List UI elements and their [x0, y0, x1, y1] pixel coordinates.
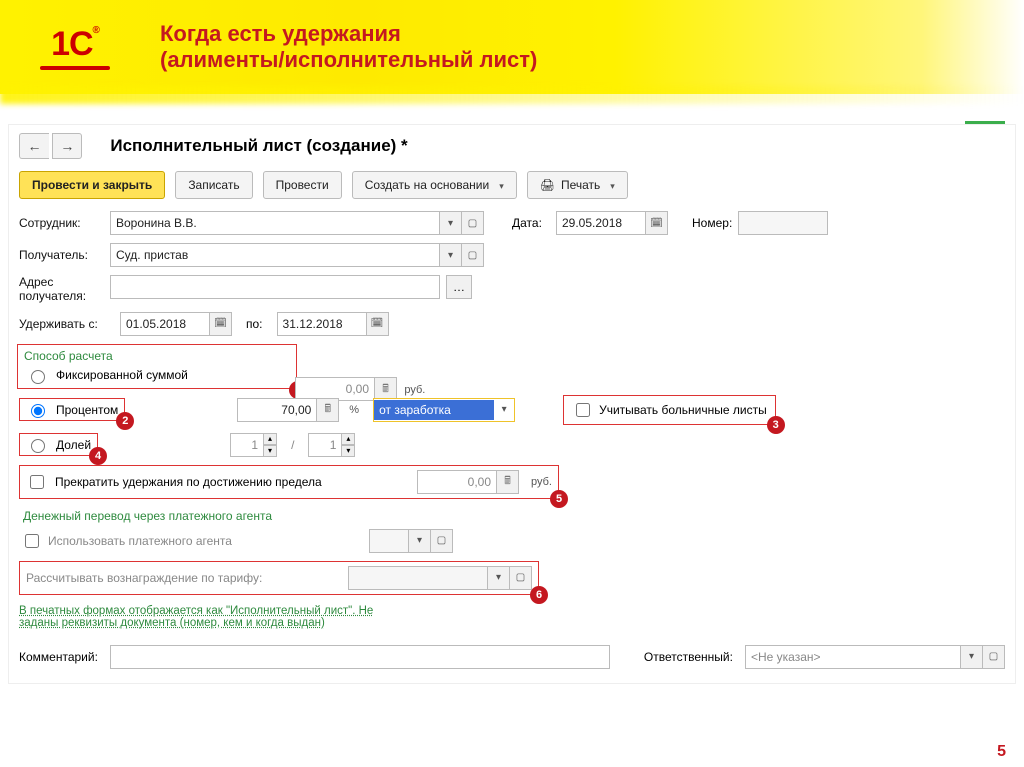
number-label: Номер: [692, 216, 732, 230]
calc-share-label: Долей [56, 438, 91, 452]
date-field[interactable] [556, 211, 646, 235]
nav-arrows: ← → [19, 133, 82, 159]
annotation-badge-2: 2 [116, 412, 134, 430]
number-field[interactable] [738, 211, 828, 235]
slide-banner: 1С® Когда есть удержания (алименты/испол… [0, 0, 1024, 94]
agent-select-drop: ▾ [409, 529, 431, 553]
agent-select [369, 529, 409, 553]
responsible-open[interactable]: ▢ [983, 645, 1005, 669]
create-based-on-button[interactable]: Создать на основании [352, 171, 517, 199]
accent-line [965, 121, 1005, 124]
nav-back-button[interactable]: ← [19, 133, 49, 159]
address-label: Адресполучателя: [19, 275, 104, 304]
use-agent-checkbox[interactable] [25, 534, 39, 548]
annotation-badge-5: 5 [550, 490, 568, 508]
responsible-field[interactable] [745, 645, 961, 669]
calc-fixed-radio[interactable] [31, 370, 45, 384]
calc-percent-radio[interactable] [31, 404, 45, 418]
limit-unit: руб. [531, 476, 552, 488]
save-button[interactable]: Записать [175, 171, 252, 199]
date-label: Дата: [512, 216, 550, 230]
calculator-icon [504, 472, 511, 491]
sick-leave-label: Учитывать больничные листы [599, 403, 767, 417]
hold-to-field[interactable] [277, 312, 367, 336]
employee-label: Сотрудник: [19, 216, 104, 230]
hold-to-label: по: [246, 317, 263, 331]
employee-open-button[interactable]: ▢ [462, 211, 484, 235]
calc-fixed-label: Фиксированной суммой [56, 368, 188, 382]
share-denominator-field[interactable] [308, 433, 342, 457]
printer-icon [540, 178, 555, 192]
tariff-drop: ▾ [488, 566, 510, 590]
percent-base-select[interactable]: ▾ [373, 398, 515, 422]
calc-section-title: Способ расчета [20, 349, 294, 363]
use-agent-label: Использовать платежного агента [48, 534, 232, 548]
share-num-down[interactable]: ▾ [263, 445, 277, 457]
responsible-drop[interactable]: ▾ [961, 645, 983, 669]
slide-number: 5 [997, 743, 1006, 761]
recipient-label: Получатель: [19, 248, 104, 262]
calendar-icon: 🗓 [650, 218, 663, 229]
chevron-down-icon: ▾ [494, 404, 514, 415]
responsible-label: Ответственный: [644, 650, 733, 664]
sick-leave-checkbox[interactable] [576, 403, 590, 417]
annotation-badge-6: 6 [530, 586, 548, 604]
app-window: ← → Исполнительный лист (создание) * Про… [8, 124, 1016, 684]
recipient-open-button[interactable]: ▢ [462, 243, 484, 267]
agent-section-title: Денежный перевод через платежного агента [19, 509, 1005, 523]
calc-share-radio[interactable] [31, 439, 45, 453]
print-form-note-link[interactable]: В печатных формах отображается как "Испо… [9, 599, 383, 635]
address-details-button[interactable]: … [446, 275, 472, 299]
toolbar: Провести и закрыть Записать Провести Соз… [9, 163, 1015, 207]
hold-from-label: Удерживать с: [19, 317, 114, 331]
share-den-down[interactable]: ▾ [341, 445, 355, 457]
percent-calc-button[interactable] [317, 398, 339, 422]
agent-select-open: ▢ [431, 529, 453, 553]
logo-1c: 1С® [30, 17, 120, 77]
percent-base-value[interactable] [374, 400, 494, 420]
percent-value-field[interactable] [237, 398, 317, 422]
employee-field[interactable] [110, 211, 440, 235]
calc-percent-label: Процентом [56, 403, 118, 417]
comment-label: Комментарий: [19, 650, 98, 664]
post-button[interactable]: Провести [263, 171, 342, 199]
employee-dropdown-button[interactable]: ▾ [440, 211, 462, 235]
nav-forward-button[interactable]: → [52, 133, 82, 159]
tariff-field [348, 566, 488, 590]
limit-calc-button[interactable] [497, 470, 519, 494]
post-and-close-button[interactable]: Провести и закрыть [19, 171, 165, 199]
share-numerator-field[interactable] [230, 433, 264, 457]
tariff-open: ▢ [510, 566, 532, 590]
comment-field[interactable] [110, 645, 610, 669]
date-picker-button[interactable]: 🗓 [646, 211, 668, 235]
hold-from-calendar-button[interactable]: 🗓 [210, 312, 232, 336]
address-field[interactable] [110, 275, 440, 299]
stop-at-limit-checkbox[interactable] [30, 475, 44, 489]
recipient-field[interactable] [110, 243, 440, 267]
hold-to-calendar-button[interactable]: 🗓 [367, 312, 389, 336]
share-num-up[interactable]: ▴ [263, 433, 277, 445]
hold-from-field[interactable] [120, 312, 210, 336]
share-den-up[interactable]: ▴ [341, 433, 355, 445]
calculator-icon [324, 400, 331, 419]
percent-unit: % [349, 404, 359, 416]
print-button[interactable]: Печать [527, 171, 628, 199]
limit-value-field[interactable] [417, 470, 497, 494]
page-title: Исполнительный лист (создание) * [110, 136, 407, 156]
tariff-label: Рассчитывать вознаграждение по тарифу: [26, 571, 262, 585]
recipient-dropdown-button[interactable]: ▾ [440, 243, 462, 267]
stop-at-limit-label: Прекратить удержания по достижению преде… [55, 475, 322, 489]
banner-title: Когда есть удержания (алименты/исполните… [160, 21, 537, 74]
